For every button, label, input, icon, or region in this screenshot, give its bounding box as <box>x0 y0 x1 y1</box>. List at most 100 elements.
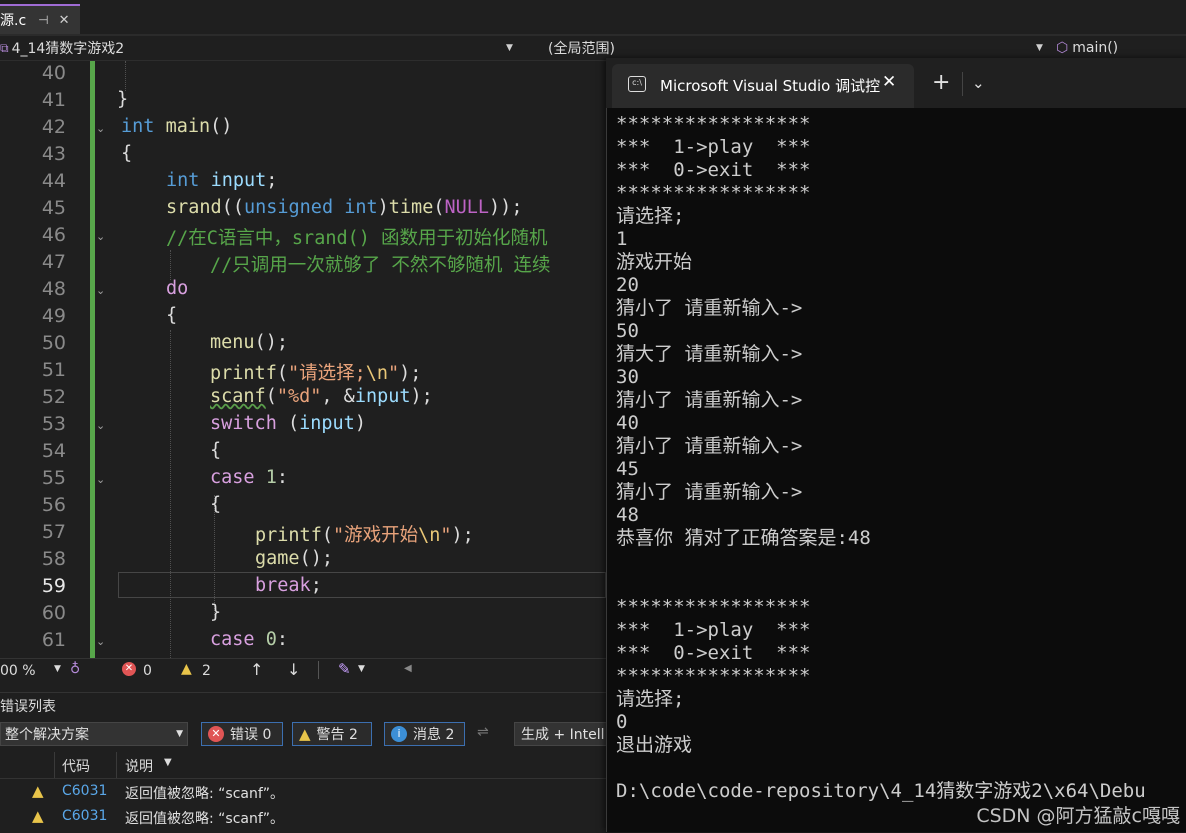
line-number-current: 59 <box>41 575 66 597</box>
scope-dropdown[interactable]: (全局范围) ▼ <box>520 36 1046 60</box>
build-filter-dropdown[interactable]: 生成 + Intell <box>514 722 608 746</box>
error-description: 返回值被忽略: “scanf”。 <box>125 811 285 827</box>
column-divider <box>54 752 55 778</box>
line-number: 56 <box>41 494 66 516</box>
code-line: printf("请选择;\n"); <box>210 363 422 384</box>
editor-status-bar: 00 % ▼ ♁ ✕ 0 ▲ 2 ↑ ↓ ✎ ▼ ◀ <box>0 658 606 684</box>
collapse-chevron-icon[interactable]: ⌄ <box>96 284 105 297</box>
arrow-up-icon[interactable]: ↑ <box>250 660 263 679</box>
filter-icon[interactable]: ⇌ <box>477 724 489 740</box>
indent-guide <box>170 250 171 280</box>
error-list-row[interactable]: ▲ C6031 返回值被忽略: “scanf”。 <box>0 805 606 830</box>
console-tab[interactable]: c:\ Microsoft Visual Studio 调试控 ✕ <box>612 64 914 108</box>
error-code-link[interactable]: C6031 <box>62 783 107 799</box>
terminal-icon: c:\ <box>628 76 646 92</box>
separator <box>962 72 963 96</box>
close-icon[interactable]: ✕ <box>59 13 70 28</box>
warning-icon: ▲ <box>32 807 44 825</box>
collapse-chevron-icon[interactable]: ⌄ <box>96 473 105 486</box>
collapse-chevron-icon[interactable]: ⌄ <box>96 635 105 648</box>
collapse-chevron-icon[interactable]: ⌄ <box>96 230 105 243</box>
code-line-current: break; <box>255 575 322 596</box>
line-number: 55 <box>41 467 66 489</box>
line-number: 49 <box>41 305 66 327</box>
column-code[interactable]: 代码 <box>62 756 90 776</box>
messages-filter-button[interactable]: i 消息 2 <box>384 722 465 746</box>
warning-count[interactable]: 2 <box>202 663 211 679</box>
line-number: 47 <box>41 251 66 273</box>
collapse-chevron-icon[interactable]: ⌄ <box>96 122 105 135</box>
warnings-filter-label: 警告 2 <box>316 727 358 743</box>
code-line: { <box>210 440 222 461</box>
arrow-down-icon[interactable]: ↓ <box>287 660 300 679</box>
error-code-link[interactable]: C6031 <box>62 808 107 824</box>
errors-filter-button[interactable]: ✕ 错误 0 <box>201 722 283 746</box>
code-line: } <box>210 602 222 623</box>
code-line: //只调用一次就够了 不然不够随机 连续 <box>210 255 551 276</box>
code-line: //在C语言中，srand() 函数用于初始化随机 <box>166 228 548 249</box>
code-line: game(); <box>255 548 333 569</box>
watermark: CSDN @阿方猛敲c嘎嘎 <box>976 805 1180 827</box>
project-dropdown[interactable]: ⧉ 4_14猜数字游戏2 ▼ <box>0 36 516 60</box>
project-name: 4_14猜数字游戏2 <box>11 41 125 57</box>
line-number: 52 <box>41 386 66 408</box>
build-filter-value: 生成 + Intell <box>521 727 605 743</box>
column-divider <box>116 752 117 778</box>
chevron-down-icon[interactable]: ▼ <box>54 664 61 674</box>
line-number: 58 <box>41 548 66 570</box>
scope-name: (全局范围) <box>548 41 615 57</box>
line-number: 41 <box>41 89 66 111</box>
line-number: 42 <box>41 116 66 138</box>
code-line: printf("游戏开始\n"); <box>255 525 474 546</box>
code-line: { <box>121 143 133 164</box>
chevron-down-icon[interactable]: ▼ <box>358 664 365 674</box>
cube-icon: ⬡ <box>1056 40 1069 56</box>
code-line: { <box>210 494 222 515</box>
indent-guide <box>170 330 171 660</box>
warnings-filter-button[interactable]: ▲ 警告 2 <box>292 722 372 746</box>
line-number: 60 <box>41 602 66 624</box>
document-tab[interactable]: 源.c ⊣ ✕ <box>0 4 80 34</box>
info-icon: i <box>391 726 407 742</box>
warning-icon: ▲ <box>181 661 192 677</box>
error-list-row[interactable]: ▲ C6031 返回值被忽略: “scanf”。 <box>0 780 606 805</box>
line-number: 54 <box>41 440 66 462</box>
pin-icon[interactable]: ⊣ <box>38 13 48 27</box>
indent-guide <box>125 61 126 91</box>
line-number: 44 <box>41 170 66 192</box>
line-number: 51 <box>41 359 66 381</box>
line-number: 50 <box>41 332 66 354</box>
close-icon[interactable]: ✕ <box>882 72 896 92</box>
copilot-icon[interactable]: ♁ <box>70 661 80 677</box>
member-dropdown[interactable]: ⬡ main() <box>1056 36 1186 60</box>
warning-icon: ▲ <box>32 782 44 800</box>
line-number: 43 <box>41 143 66 165</box>
scope-filter-value: 整个解决方案 <box>5 727 89 743</box>
code-line: } <box>117 89 129 110</box>
scope-filter-dropdown[interactable]: 整个解决方案 ▼ <box>0 722 188 746</box>
code-line: case 1: <box>210 467 288 488</box>
sort-icon[interactable]: ▼ <box>164 757 172 768</box>
line-number: 57 <box>41 521 66 543</box>
error-description: 返回值被忽略: “scanf”。 <box>125 786 285 802</box>
collapse-chevron-icon[interactable]: ⌄ <box>96 419 105 432</box>
code-line: menu(); <box>210 332 288 353</box>
error-count[interactable]: 0 <box>143 663 152 679</box>
project-icon: ⧉ <box>0 40 9 55</box>
document-tab-name: 源.c <box>0 13 27 29</box>
line-number: 45 <box>41 197 66 219</box>
column-description[interactable]: 说明 <box>125 756 153 776</box>
error-icon: ✕ <box>208 726 224 742</box>
code-line: do <box>166 278 189 299</box>
error-list-header: 代码 说明 ▼ <box>0 752 606 779</box>
scroll-left-icon[interactable]: ◀ <box>404 663 412 674</box>
line-number: 61 <box>41 629 66 651</box>
chevron-down-icon[interactable]: ⌄ <box>972 74 985 92</box>
line-number: 40 <box>41 62 66 84</box>
code-cleanup-icon[interactable]: ✎ <box>338 660 351 678</box>
errors-filter-label: 错误 0 <box>230 727 272 743</box>
new-tab-plus-icon[interactable]: + <box>932 70 950 95</box>
code-line: int main() <box>121 116 233 137</box>
zoom-level[interactable]: 00 % <box>0 663 36 679</box>
member-name: main() <box>1072 40 1119 56</box>
